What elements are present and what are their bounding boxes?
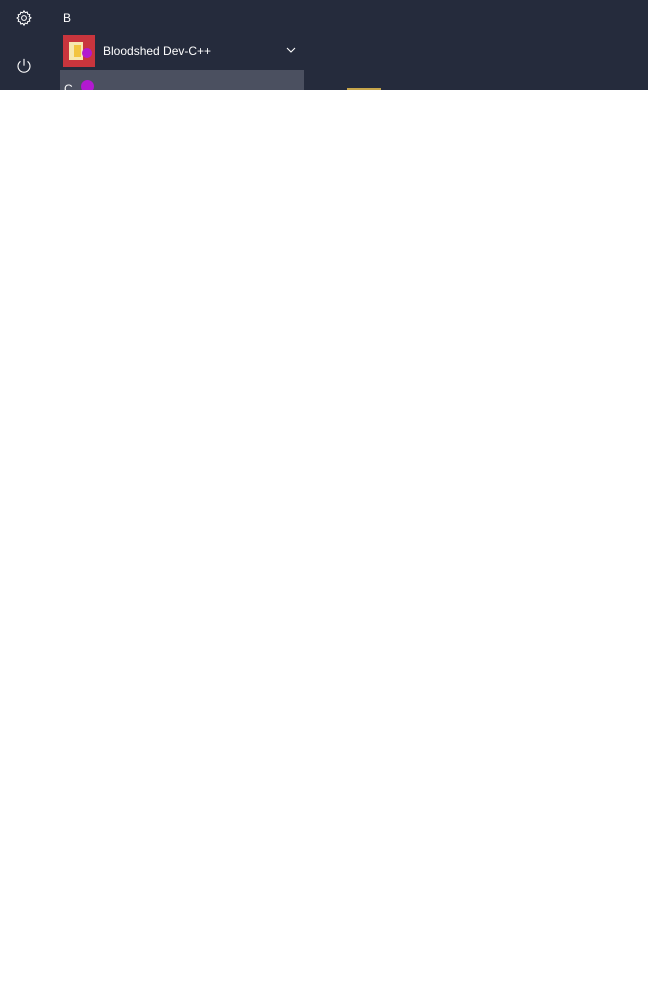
dev-cpp-icon bbox=[63, 35, 95, 67]
section-letter-c[interactable]: C bbox=[64, 82, 73, 90]
app-list-item-bloodshed-dev-cpp[interactable]: Bloodshed Dev-C++ bbox=[60, 33, 304, 69]
power-button[interactable] bbox=[0, 46, 48, 86]
start-rail bbox=[0, 0, 48, 90]
gear-icon bbox=[15, 9, 33, 27]
app-list-hover-row[interactable] bbox=[60, 70, 304, 90]
settings-button[interactable] bbox=[0, 0, 48, 38]
partial-tile bbox=[347, 88, 381, 90]
app-label: Bloodshed Dev-C++ bbox=[103, 44, 212, 58]
power-icon bbox=[15, 57, 33, 75]
section-letter-b[interactable]: B bbox=[63, 11, 71, 25]
chevron-down-icon[interactable] bbox=[282, 41, 300, 59]
pointer-cursor bbox=[81, 80, 94, 90]
start-menu: B Bloodshed Dev-C++ C bbox=[0, 0, 648, 90]
